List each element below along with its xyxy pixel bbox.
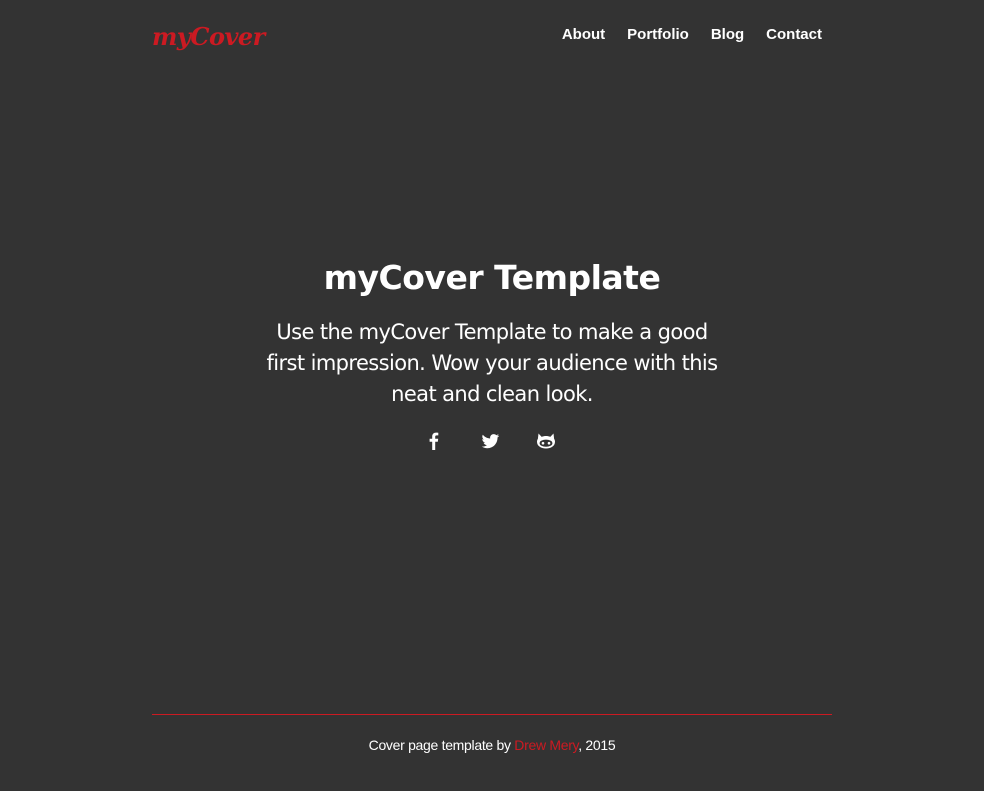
footer-text-after: , 2015 — [578, 737, 616, 753]
cover-section: myCover Template Use the myCover Templat… — [0, 258, 984, 452]
cover-lead: Use the myCover Template to make a good … — [266, 320, 718, 406]
twitter-icon — [481, 434, 499, 449]
nav-contact[interactable]: Contact — [766, 26, 822, 43]
nav-portfolio[interactable]: Portfolio — [627, 26, 689, 43]
brand-logo[interactable]: myCover — [152, 22, 265, 51]
facebook-icon — [429, 432, 439, 450]
social-links — [0, 430, 984, 452]
footer: Cover page template by Drew Mery, 2015 — [152, 714, 832, 753]
main-nav: About Portfolio Blog Contact — [562, 26, 822, 43]
nav-blog[interactable]: Blog — [711, 26, 744, 43]
footer-text-before: Cover page template by — [368, 737, 515, 753]
footer-credit: Cover page template by Drew Mery, 2015 — [152, 737, 832, 753]
github-icon — [537, 433, 555, 449]
github-link[interactable] — [535, 430, 557, 452]
masthead: myCover About Portfolio Blog Contact — [152, 20, 832, 60]
author-link[interactable]: Drew Mery — [514, 737, 578, 753]
nav-about[interactable]: About — [562, 26, 605, 43]
facebook-link[interactable] — [423, 430, 445, 452]
twitter-link[interactable] — [479, 430, 501, 452]
cover-heading: myCover Template — [323, 258, 661, 297]
